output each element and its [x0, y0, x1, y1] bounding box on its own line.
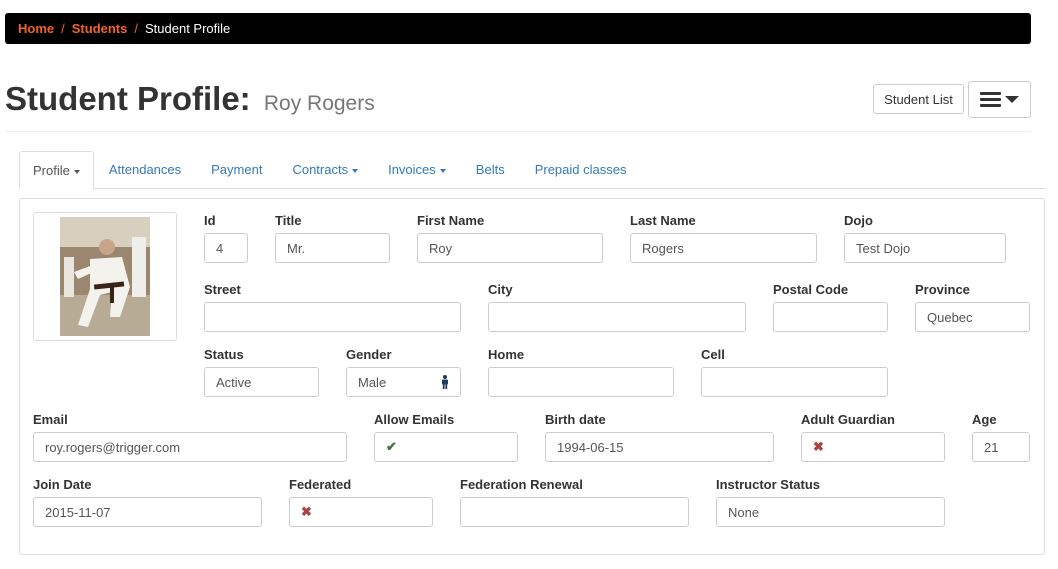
instructor-status-label: Instructor Status — [716, 477, 821, 492]
id-label: Id — [204, 213, 216, 228]
city-label: City — [488, 282, 513, 297]
instructor-status-field[interactable]: None — [716, 497, 945, 527]
tab-payment[interactable]: Payment — [196, 151, 277, 189]
tab-label: Contracts — [292, 162, 349, 177]
student-list-button[interactable]: Student List — [873, 84, 964, 114]
home-phone-label: Home — [488, 347, 525, 362]
cross-icon: ✖ — [813, 439, 824, 454]
title-field[interactable]: Mr. — [275, 233, 390, 263]
breadcrumb-separator: / — [61, 21, 65, 36]
street-label: Street — [204, 282, 241, 297]
cross-icon: ✖ — [301, 504, 312, 519]
age-label: Age — [972, 412, 997, 427]
postal-code-label: Postal Code — [773, 282, 849, 297]
street-field[interactable] — [204, 302, 461, 332]
cell-phone-label: Cell — [701, 347, 725, 362]
allow-emails-label: Allow Emails — [374, 412, 455, 427]
title-label: Title — [275, 213, 302, 228]
tab-prepaid-classes[interactable]: Prepaid classes — [520, 151, 642, 189]
tab-label: Invoices — [388, 162, 436, 177]
chevron-down-icon — [1005, 96, 1019, 103]
adult-guardian-field[interactable]: ✖ — [801, 432, 945, 462]
email-label: Email — [33, 412, 68, 427]
last-name-field[interactable]: Rogers — [630, 233, 817, 263]
city-field[interactable] — [488, 302, 746, 332]
birth-date-field[interactable]: 1994-06-15 — [545, 432, 774, 462]
status-field[interactable]: Active — [204, 367, 319, 397]
join-date-label: Join Date — [33, 477, 92, 492]
page-title-text: Student Profile: — [5, 80, 251, 117]
allow-emails-field[interactable]: ✔ — [374, 432, 518, 462]
tab-attendances[interactable]: Attendances — [94, 151, 196, 189]
page-header: Student Profile: Roy Rogers Student List — [5, 76, 1031, 132]
tab-belts[interactable]: Belts — [461, 151, 520, 189]
student-photo — [60, 217, 150, 336]
hamburger-menu-icon — [980, 92, 1001, 107]
first-name-field[interactable]: Roy — [417, 233, 603, 263]
breadcrumb-separator: / — [134, 21, 138, 36]
tab-invoices[interactable]: Invoices — [373, 151, 461, 189]
federated-field[interactable]: ✖ — [289, 497, 433, 527]
caret-down-icon — [439, 168, 446, 173]
tab-label: Prepaid classes — [534, 162, 627, 177]
join-date-field[interactable]: 2015-11-07 — [33, 497, 262, 527]
caret-down-icon — [73, 169, 80, 174]
student-name: Roy Rogers — [263, 92, 375, 115]
email-field[interactable]: roy.rogers@trigger.com — [33, 432, 347, 462]
options-menu-button[interactable] — [968, 81, 1031, 118]
id-field[interactable]: 4 — [204, 233, 248, 263]
tab-label: Payment — [211, 162, 263, 177]
dojo-field[interactable]: Test Dojo — [844, 233, 1006, 263]
caret-down-icon — [352, 168, 359, 173]
federation-renewal-label: Federation Renewal — [460, 477, 583, 492]
province-label: Province — [915, 282, 970, 297]
status-label: Status — [204, 347, 244, 362]
page-title: Student Profile: Roy Rogers — [5, 80, 375, 118]
breadcrumb: Home / Students / Student Profile — [5, 13, 1031, 44]
first-name-label: First Name — [417, 213, 485, 228]
tab-label: Belts — [475, 162, 505, 177]
gender-label: Gender — [346, 347, 392, 362]
tab-label: Profile — [33, 163, 70, 178]
tab-profile[interactable]: Profile — [19, 151, 94, 190]
student-photo-frame — [33, 212, 177, 341]
province-field[interactable]: Quebec — [915, 302, 1030, 332]
profile-tabs: Profile Attendances Payment Contracts In… — [19, 151, 1045, 190]
tab-contracts[interactable]: Contracts — [277, 151, 373, 189]
last-name-label: Last Name — [630, 213, 696, 228]
breadcrumb-current: Student Profile — [145, 21, 231, 36]
home-phone-field[interactable] — [488, 367, 674, 397]
tab-label: Attendances — [108, 162, 182, 177]
cell-phone-field[interactable] — [701, 367, 888, 397]
federated-label: Federated — [289, 477, 352, 492]
federation-renewal-field[interactable] — [460, 497, 689, 527]
dojo-label: Dojo — [844, 213, 873, 228]
age-field[interactable]: 21 — [972, 432, 1030, 462]
breadcrumb-home-link[interactable]: Home — [18, 21, 54, 36]
checkmark-icon: ✔ — [386, 439, 397, 454]
breadcrumb-students-link[interactable]: Students — [72, 21, 128, 36]
postal-code-field[interactable] — [773, 302, 888, 332]
birth-date-label: Birth date — [545, 412, 606, 427]
gender-value: Male — [358, 374, 387, 390]
gender-field[interactable]: Male — [346, 367, 461, 397]
male-icon — [442, 375, 448, 389]
adult-guardian-label: Adult Guardian — [801, 412, 895, 427]
